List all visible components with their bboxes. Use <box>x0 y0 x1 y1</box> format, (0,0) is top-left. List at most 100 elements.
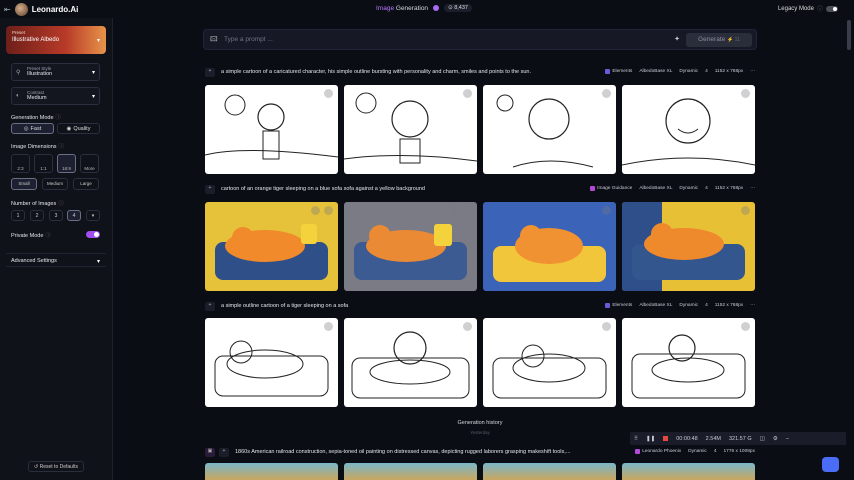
meta-tag: Leonardo Phoenix <box>635 449 681 454</box>
image-actions <box>311 206 333 215</box>
reset-to-defaults-button[interactable]: ↺ Reset to Defaults <box>28 461 84 472</box>
camera-icon[interactable]: ◫ <box>760 436 765 442</box>
meta-tag: 4 <box>705 69 708 74</box>
generation-history[interactable]: Generation history Yesterday <box>440 420 520 435</box>
advanced-settings-toggle[interactable]: Advanced Settings ▾ <box>6 253 106 267</box>
generated-image[interactable] <box>483 202 616 291</box>
generated-image[interactable] <box>483 463 616 480</box>
preset-selector[interactable]: Preset Illustrative Albedo ▾ <box>6 26 106 54</box>
action-icon[interactable] <box>463 89 472 98</box>
num-images-3-button[interactable]: 3 <box>49 210 63 221</box>
size-small-button[interactable]: Small <box>11 178 37 190</box>
expand-icon[interactable]: + <box>205 68 215 77</box>
meta-tag: AlbedoBase XL <box>639 69 672 74</box>
action-icon[interactable] <box>311 206 320 215</box>
action-icon[interactable] <box>602 206 611 215</box>
prompt-bar: 🖾 Type a prompt ... ✦ Generate ⚡ 11 <box>203 29 757 50</box>
legacy-toggle-switch[interactable] <box>826 5 838 12</box>
size-medium-button[interactable]: Medium <box>42 178 68 190</box>
brand[interactable]: ⇤ Leonardo.Ai <box>4 3 78 16</box>
generated-image[interactable] <box>344 85 477 174</box>
ratio-2-3-button[interactable]: 2:3 <box>11 154 30 173</box>
generated-image[interactable] <box>205 85 338 174</box>
generation-meta: Elements AlbedoBase XL Dynamic 4 1152 x … <box>605 303 755 308</box>
num-images-2-button[interactable]: 2 <box>30 210 44 221</box>
generated-image[interactable] <box>622 202 755 291</box>
action-icon[interactable] <box>450 206 459 215</box>
generated-image[interactable] <box>483 318 616 407</box>
back-arrow-icon[interactable]: ⇤ <box>4 5 11 14</box>
generated-image[interactable] <box>622 318 755 407</box>
generated-image[interactable] <box>205 202 338 291</box>
action-icon[interactable] <box>324 322 333 331</box>
action-icon[interactable] <box>602 322 611 331</box>
generated-image[interactable] <box>205 463 338 480</box>
scrollbar-thumb[interactable] <box>847 20 851 50</box>
generated-image[interactable] <box>344 463 477 480</box>
action-icon[interactable] <box>741 206 750 215</box>
num-images-more-button[interactable]: ▾ <box>86 210 100 221</box>
more-options-icon[interactable]: ⋯ <box>750 69 755 74</box>
action-icon[interactable] <box>741 322 750 331</box>
settings-icon[interactable]: ⚙ <box>773 436 778 442</box>
num-images-1-button[interactable]: 1 <box>11 210 25 221</box>
reset-label: Reset to Defaults <box>39 464 78 470</box>
eye-icon[interactable] <box>463 206 472 215</box>
eye-icon[interactable] <box>324 206 333 215</box>
mode-fast-label: Fast <box>30 125 42 132</box>
action-icon[interactable] <box>324 89 333 98</box>
action-icon[interactable] <box>463 322 472 331</box>
generated-image[interactable] <box>344 318 477 407</box>
chevron-down-icon: ▾ <box>91 213 95 219</box>
contrast-select[interactable]: ◐ Contrast Medium ▾ <box>11 87 100 105</box>
prompt-input[interactable]: Type a prompt ... <box>224 36 273 43</box>
chevron-down-icon: ▾ <box>96 259 100 265</box>
stop-icon[interactable] <box>663 436 669 441</box>
meta-tag-text: Elements <box>612 69 633 74</box>
generation-mode-title: Generation Mode ⓘ <box>11 113 61 121</box>
generated-image[interactable] <box>622 463 755 480</box>
preset-style-select[interactable]: ⚲ Preset Style Illustration ▾ <box>11 63 100 81</box>
generation-mode-title-text: Generation Mode <box>11 115 54 121</box>
action-icon[interactable] <box>741 89 750 98</box>
token-balance[interactable]: ⊙ 8,437 <box>444 4 472 12</box>
meta-tag-text: Dynamic <box>679 186 699 191</box>
quality-icon: ◉ <box>66 125 72 132</box>
expand-icon[interactable]: + <box>219 448 229 457</box>
action-icon[interactable] <box>602 89 611 98</box>
meta-tag: 1776 x 1008px <box>724 449 755 454</box>
expand-icon[interactable]: + <box>205 185 215 194</box>
generated-image[interactable] <box>622 85 755 174</box>
meta-tag-text: Leonardo Phoenix <box>642 449 682 454</box>
legacy-mode-toggle[interactable]: Legacy Mode ⓘ <box>778 4 838 13</box>
thumbnail-icon: ▣ <box>205 448 215 457</box>
ratio-16-9-button[interactable]: 16:9 <box>57 154 76 173</box>
generated-image[interactable] <box>483 85 616 174</box>
more-options-icon[interactable]: ⋯ <box>750 303 755 308</box>
info-dot-icon[interactable] <box>433 5 440 11</box>
expand-icon[interactable]: + <box>205 302 215 311</box>
private-mode-toggle[interactable] <box>86 231 100 238</box>
generated-image[interactable] <box>205 318 338 407</box>
mode-fast-button[interactable]: ◎ Fast <box>11 123 54 134</box>
size-large-button[interactable]: Large <box>73 178 99 190</box>
chat-support-icon[interactable] <box>822 457 839 472</box>
minimize-icon[interactable]: – <box>786 436 789 442</box>
image-actions <box>602 322 611 331</box>
mode-quality-button[interactable]: ◉ Quality <box>57 123 100 134</box>
generated-image[interactable] <box>344 202 477 291</box>
prompt-enhance-icon[interactable]: ✦ <box>674 35 680 43</box>
meta-tag-text: Dynamic <box>679 303 699 308</box>
drag-handle-icon[interactable]: ⠿ <box>634 436 638 442</box>
num-images-4-button[interactable]: 4 <box>67 210 81 221</box>
more-options-icon[interactable]: ⋯ <box>750 186 755 191</box>
scrollbar[interactable] <box>846 18 852 480</box>
brand-name: Leonardo.Ai <box>31 5 79 14</box>
ratio-1-1-button[interactable]: 1:1 <box>34 154 53 173</box>
generate-button[interactable]: Generate ⚡ 11 <box>686 33 752 47</box>
ratio-more-button[interactable]: More <box>80 154 99 173</box>
image-upload-icon[interactable]: 🖾 <box>210 35 218 46</box>
pause-icon[interactable]: ❚❚ <box>646 436 655 442</box>
meta-tag: Dynamic <box>679 186 698 191</box>
token-count: 8,437 <box>454 5 468 11</box>
